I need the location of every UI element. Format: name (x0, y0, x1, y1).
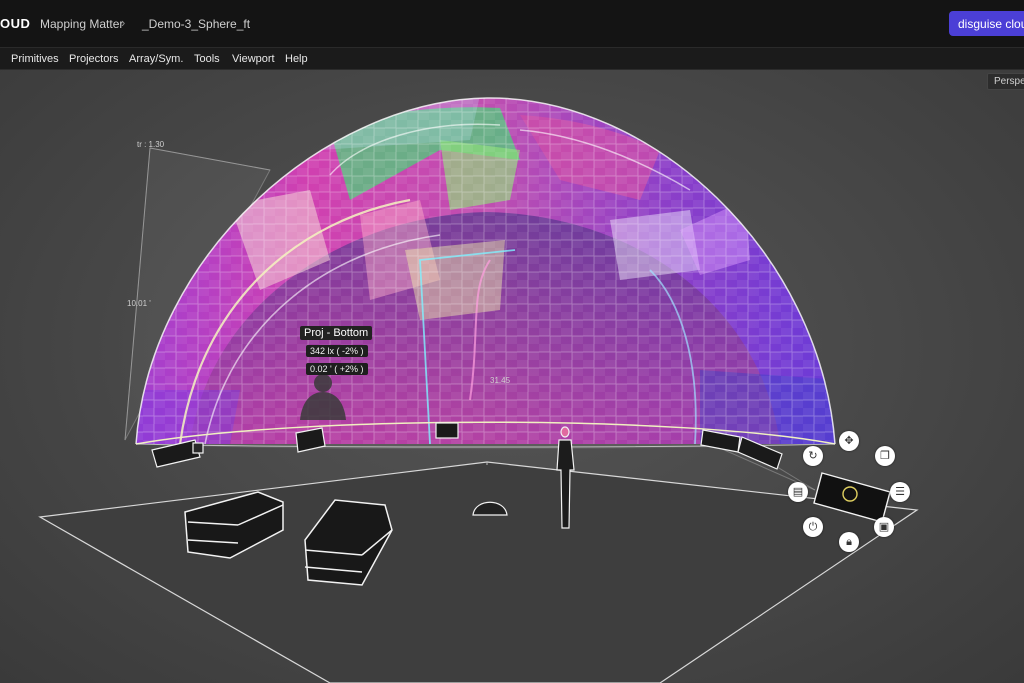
disguise-cloud-button[interactable]: disguise cloud (949, 11, 1024, 36)
breadcrumb-project[interactable]: Mapping Matter (40, 17, 123, 31)
brand-logo[interactable]: OUD (0, 16, 30, 31)
3d-viewport[interactable]: tr : 1.30 10.01 ' 31.45 ✥ ↻ ❐ ☰ ▤ ▣ ⏻ 🔒︎ (0, 70, 1024, 683)
menu-bar: Primitives Projectors Array/Sym. Tools V… (0, 48, 1024, 70)
dome-surface (136, 97, 835, 444)
projector-3 (435, 422, 459, 439)
breadcrumb-separator-icon: › (121, 15, 126, 30)
distance-label: 10.01 ' (127, 299, 151, 308)
move-icon[interactable]: ✥ (839, 431, 859, 451)
menu-projectors[interactable]: Projectors (69, 53, 119, 65)
power-icon[interactable]: ⏻ (803, 517, 823, 537)
floor-measure-label: 31.45 (490, 376, 511, 385)
menu-tools[interactable]: Tools (194, 53, 220, 65)
tooltip-lux: 342 lx ( -2% ) (306, 345, 368, 357)
image-icon[interactable]: ▣ (874, 517, 894, 537)
properties-icon[interactable]: ▤ (788, 482, 808, 502)
throw-ratio-label: tr : 1.30 (137, 140, 165, 149)
duplicate-icon[interactable]: ❐ (875, 446, 895, 466)
rotate-icon[interactable]: ↻ (803, 446, 823, 466)
adjust-icon[interactable]: ☰ (890, 482, 910, 502)
floor-plane (38, 461, 919, 683)
tooltip-title: Proj - Bottom (300, 326, 373, 340)
menu-help[interactable]: Help (285, 53, 308, 65)
lock-icon[interactable]: 🔒︎ (839, 532, 859, 552)
menu-array-sym[interactable]: Array/Sym. (129, 53, 183, 65)
tooltip-distance: 0.02 ' ( +2% ) (306, 363, 368, 375)
breadcrumb-file[interactable]: _Demo-3_Sphere_ft (142, 17, 250, 31)
view-mode-dropdown[interactable]: Perspe (987, 73, 1024, 90)
menu-primitives[interactable]: Primitives (11, 53, 59, 65)
top-bar: OUD Mapping Matter › _Demo-3_Sphere_ft d… (0, 0, 1024, 48)
menu-viewport[interactable]: Viewport (232, 53, 275, 65)
projector-tooltip: Proj - Bottom 342 lx ( -2% ) 0.02 ' ( +2… (300, 323, 373, 377)
scene-canvas[interactable] (0, 70, 1024, 683)
